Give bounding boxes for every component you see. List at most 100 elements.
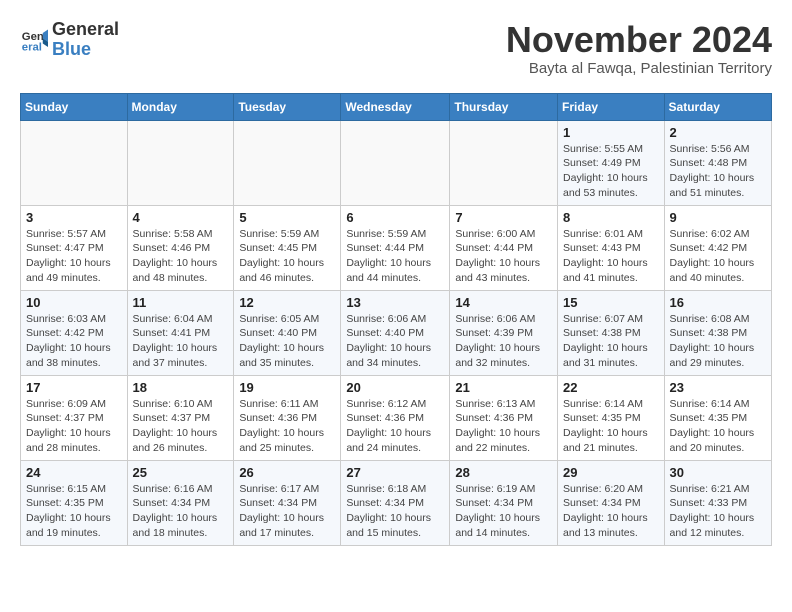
- calendar-day-cell: 10Sunrise: 6:03 AM Sunset: 4:42 PM Dayli…: [21, 290, 128, 375]
- day-info: Sunrise: 6:21 AM Sunset: 4:33 PM Dayligh…: [670, 482, 766, 541]
- day-number: 5: [239, 210, 335, 225]
- day-number: 28: [455, 465, 552, 480]
- day-number: 13: [346, 295, 444, 310]
- day-info: Sunrise: 5:59 AM Sunset: 4:44 PM Dayligh…: [346, 227, 444, 286]
- day-info: Sunrise: 6:17 AM Sunset: 4:34 PM Dayligh…: [239, 482, 335, 541]
- calendar-day-cell: 28 Sunrise: 6:19 AM Sunset: 4:34 PM Dayli…: [450, 460, 558, 545]
- logo-text-blue: Blue: [52, 40, 119, 60]
- calendar-table: SundayMondayTuesdayWednesdayThursdayFrid…: [20, 93, 772, 546]
- calendar-week-row: 17Sunrise: 6:09 AM Sunset: 4:37 PM Dayli…: [21, 375, 772, 460]
- month-title: November 2024: [506, 20, 772, 60]
- calendar-week-row: 10Sunrise: 6:03 AM Sunset: 4:42 PM Dayli…: [21, 290, 772, 375]
- day-info: Sunrise: 5:56 AM Sunset: 4:48 PM Dayligh…: [670, 142, 766, 201]
- calendar-day-cell: 4 Sunrise: 5:58 AM Sunset: 4:46 PM Daylig…: [127, 205, 234, 290]
- calendar-day-cell: 26 Sunrise: 6:17 AM Sunset: 4:34 PM Dayli…: [234, 460, 341, 545]
- day-number: 2: [670, 125, 766, 140]
- day-number: 7: [455, 210, 552, 225]
- day-info: Sunrise: 5:55 AM Sunset: 4:49 PM Dayligh…: [563, 142, 659, 201]
- day-info: Sunrise: 5:57 AM Sunset: 4:47 PM Dayligh…: [26, 227, 122, 286]
- day-number: 21: [455, 380, 552, 395]
- day-info: Sunrise: 6:07 AM Sunset: 4:38 PM Dayligh…: [563, 312, 659, 371]
- day-number: 11: [133, 295, 229, 310]
- day-number: 22: [563, 380, 659, 395]
- weekday-header-friday: Friday: [558, 93, 665, 120]
- calendar-day-cell: 24Sunrise: 6:15 AM Sunset: 4:35 PM Dayli…: [21, 460, 128, 545]
- calendar-day-cell: 1Sunrise: 5:55 AM Sunset: 4:49 PM Daylig…: [558, 120, 665, 205]
- calendar-day-cell: 23 Sunrise: 6:14 AM Sunset: 4:35 PM Dayli…: [664, 375, 771, 460]
- day-number: 4: [133, 210, 229, 225]
- weekday-header-monday: Monday: [127, 93, 234, 120]
- day-info: Sunrise: 6:10 AM Sunset: 4:37 PM Dayligh…: [133, 397, 229, 456]
- calendar-day-cell: [341, 120, 450, 205]
- title-area: November 2024 Bayta al Fawqa, Palestinia…: [506, 20, 772, 77]
- day-info: Sunrise: 6:14 AM Sunset: 4:35 PM Dayligh…: [670, 397, 766, 456]
- day-number: 25: [133, 465, 229, 480]
- calendar-day-cell: 17Sunrise: 6:09 AM Sunset: 4:37 PM Dayli…: [21, 375, 128, 460]
- weekday-header-sunday: Sunday: [21, 93, 128, 120]
- day-number: 23: [670, 380, 766, 395]
- calendar-day-cell: 14 Sunrise: 6:06 AM Sunset: 4:39 PM Dayli…: [450, 290, 558, 375]
- calendar-day-cell: [450, 120, 558, 205]
- day-info: Sunrise: 6:02 AM Sunset: 4:42 PM Dayligh…: [670, 227, 766, 286]
- calendar-day-cell: 2 Sunrise: 5:56 AM Sunset: 4:48 PM Daylig…: [664, 120, 771, 205]
- weekday-header-row: SundayMondayTuesdayWednesdayThursdayFrid…: [21, 93, 772, 120]
- calendar-day-cell: 6 Sunrise: 5:59 AM Sunset: 4:44 PM Daylig…: [341, 205, 450, 290]
- day-number: 27: [346, 465, 444, 480]
- day-info: Sunrise: 5:59 AM Sunset: 4:45 PM Dayligh…: [239, 227, 335, 286]
- calendar-day-cell: 25 Sunrise: 6:16 AM Sunset: 4:34 PM Dayli…: [127, 460, 234, 545]
- day-number: 3: [26, 210, 122, 225]
- day-number: 14: [455, 295, 552, 310]
- day-number: 26: [239, 465, 335, 480]
- day-number: 20: [346, 380, 444, 395]
- day-number: 15: [563, 295, 659, 310]
- logo-text-general: General: [52, 20, 119, 40]
- page-header: Gen eral General Blue November 2024 Bayt…: [20, 20, 772, 77]
- calendar-day-cell: 3 Sunrise: 5:57 AM Sunset: 4:47 PM Daylig…: [21, 205, 128, 290]
- day-number: 6: [346, 210, 444, 225]
- day-info: Sunrise: 6:13 AM Sunset: 4:36 PM Dayligh…: [455, 397, 552, 456]
- calendar-day-cell: 7 Sunrise: 6:00 AM Sunset: 4:44 PM Daylig…: [450, 205, 558, 290]
- calendar-day-cell: [21, 120, 128, 205]
- day-info: Sunrise: 6:16 AM Sunset: 4:34 PM Dayligh…: [133, 482, 229, 541]
- day-number: 16: [670, 295, 766, 310]
- calendar-day-cell: 16Sunrise: 6:08 AM Sunset: 4:38 PM Dayli…: [664, 290, 771, 375]
- svg-text:eral: eral: [22, 41, 42, 53]
- day-number: 29: [563, 465, 659, 480]
- weekday-header-wednesday: Wednesday: [341, 93, 450, 120]
- calendar-day-cell: 18 Sunrise: 6:10 AM Sunset: 4:37 PM Dayli…: [127, 375, 234, 460]
- day-info: Sunrise: 6:19 AM Sunset: 4:34 PM Dayligh…: [455, 482, 552, 541]
- calendar-day-cell: 11 Sunrise: 6:04 AM Sunset: 4:41 PM Dayli…: [127, 290, 234, 375]
- day-info: Sunrise: 6:18 AM Sunset: 4:34 PM Dayligh…: [346, 482, 444, 541]
- calendar-day-cell: 27 Sunrise: 6:18 AM Sunset: 4:34 PM Dayli…: [341, 460, 450, 545]
- day-info: Sunrise: 6:03 AM Sunset: 4:42 PM Dayligh…: [26, 312, 122, 371]
- day-number: 17: [26, 380, 122, 395]
- weekday-header-saturday: Saturday: [664, 93, 771, 120]
- calendar-day-cell: 22 Sunrise: 6:14 AM Sunset: 4:35 PM Dayli…: [558, 375, 665, 460]
- calendar-day-cell: 19 Sunrise: 6:11 AM Sunset: 4:36 PM Dayli…: [234, 375, 341, 460]
- day-info: Sunrise: 6:14 AM Sunset: 4:35 PM Dayligh…: [563, 397, 659, 456]
- calendar-day-cell: 9Sunrise: 6:02 AM Sunset: 4:42 PM Daylig…: [664, 205, 771, 290]
- calendar-day-cell: 13Sunrise: 6:06 AM Sunset: 4:40 PM Dayli…: [341, 290, 450, 375]
- calendar-day-cell: 5 Sunrise: 5:59 AM Sunset: 4:45 PM Daylig…: [234, 205, 341, 290]
- day-info: Sunrise: 6:12 AM Sunset: 4:36 PM Dayligh…: [346, 397, 444, 456]
- calendar-day-cell: 8Sunrise: 6:01 AM Sunset: 4:43 PM Daylig…: [558, 205, 665, 290]
- location-subtitle: Bayta al Fawqa, Palestinian Territory: [506, 60, 772, 77]
- calendar-day-cell: 15 Sunrise: 6:07 AM Sunset: 4:38 PM Dayli…: [558, 290, 665, 375]
- weekday-header-thursday: Thursday: [450, 93, 558, 120]
- calendar-day-cell: 30 Sunrise: 6:21 AM Sunset: 4:33 PM Dayli…: [664, 460, 771, 545]
- calendar-day-cell: 21 Sunrise: 6:13 AM Sunset: 4:36 PM Dayli…: [450, 375, 558, 460]
- calendar-week-row: 24Sunrise: 6:15 AM Sunset: 4:35 PM Dayli…: [21, 460, 772, 545]
- day-number: 24: [26, 465, 122, 480]
- day-info: Sunrise: 5:58 AM Sunset: 4:46 PM Dayligh…: [133, 227, 229, 286]
- calendar-week-row: 3 Sunrise: 5:57 AM Sunset: 4:47 PM Daylig…: [21, 205, 772, 290]
- day-info: Sunrise: 6:11 AM Sunset: 4:36 PM Dayligh…: [239, 397, 335, 456]
- day-info: Sunrise: 6:00 AM Sunset: 4:44 PM Dayligh…: [455, 227, 552, 286]
- calendar-day-cell: [234, 120, 341, 205]
- day-number: 30: [670, 465, 766, 480]
- day-number: 19: [239, 380, 335, 395]
- day-info: Sunrise: 6:05 AM Sunset: 4:40 PM Dayligh…: [239, 312, 335, 371]
- day-number: 18: [133, 380, 229, 395]
- day-info: Sunrise: 6:04 AM Sunset: 4:41 PM Dayligh…: [133, 312, 229, 371]
- day-info: Sunrise: 6:06 AM Sunset: 4:39 PM Dayligh…: [455, 312, 552, 371]
- day-info: Sunrise: 6:01 AM Sunset: 4:43 PM Dayligh…: [563, 227, 659, 286]
